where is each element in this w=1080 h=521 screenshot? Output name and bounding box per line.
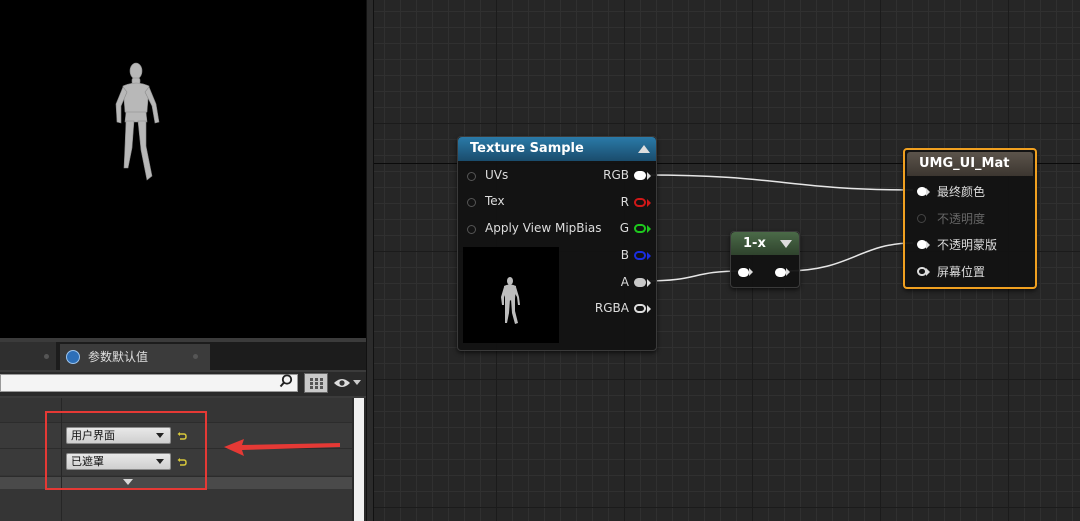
- mannequin-thumbnail: [501, 277, 520, 324]
- view-options-button[interactable]: [304, 373, 328, 393]
- pin-label-screen-position: 屏幕位置: [937, 265, 986, 279]
- panel-splitter[interactable]: [366, 0, 374, 521]
- info-icon: [66, 350, 80, 364]
- pin-label-r: R: [620, 195, 629, 209]
- pin-output[interactable]: [775, 268, 786, 277]
- pin-arrow-icon: [749, 268, 753, 276]
- one-minus-node[interactable]: 1-x: [730, 231, 800, 288]
- search-input[interactable]: [0, 374, 298, 392]
- pin-opacity[interactable]: [917, 214, 926, 223]
- pin-r[interactable]: [634, 198, 646, 207]
- pin-arrow-icon: [647, 305, 651, 313]
- tab-bar: 参数默认值: [0, 342, 366, 370]
- pin-arrow-icon: [926, 268, 930, 276]
- annotation-highlight-box: [45, 411, 207, 490]
- pin-arrow-icon: [926, 188, 930, 196]
- pin-label-g: G: [619, 221, 629, 235]
- texture-preview-thumbnail: [463, 247, 559, 343]
- pin-g[interactable]: [634, 224, 646, 233]
- pin-arrow-icon: [926, 241, 930, 249]
- scrollbar-thumb[interactable]: [354, 398, 364, 521]
- tab-close-icon[interactable]: [44, 354, 49, 359]
- tab-parameter-defaults[interactable]: 参数默认值: [60, 344, 210, 370]
- pin-rgb[interactable]: [634, 171, 646, 180]
- annotation-arrow: [224, 439, 340, 456]
- tab-label: 参数默认值: [88, 350, 149, 364]
- pin-arrow-icon: [647, 172, 651, 180]
- chevron-down-icon[interactable]: [353, 380, 361, 385]
- pin-label-b: B: [620, 248, 629, 262]
- pin-b[interactable]: [634, 251, 646, 260]
- mannequin-figure: [115, 62, 160, 181]
- pin-label-mipbias: Apply View MipBias: [485, 221, 602, 235]
- pin-arrow-icon: [786, 268, 790, 276]
- eye-icon[interactable]: [333, 377, 351, 389]
- pin-mipbias[interactable]: [467, 225, 476, 234]
- search-icon[interactable]: [279, 374, 293, 388]
- pin-input[interactable]: [738, 268, 749, 277]
- tab-close-icon[interactable]: [193, 354, 198, 359]
- pin-label-final-color: 最终颜色: [937, 185, 986, 199]
- collapse-icon[interactable]: [780, 240, 792, 248]
- pin-label-rgba: RGBA: [594, 301, 629, 315]
- pin-tex[interactable]: [467, 198, 476, 207]
- pin-label-uvs: UVs: [485, 168, 509, 182]
- pin-arrow-icon: [647, 252, 651, 260]
- pin-arrow-icon: [647, 279, 651, 287]
- material-output-node[interactable]: UMG_UI_Mat 最终颜色 不透明度 不透明蒙版 屏幕位置: [903, 148, 1037, 289]
- search-row: [0, 372, 366, 396]
- pin-arrow-icon: [647, 225, 651, 233]
- pin-label-opacity: 不透明度: [937, 212, 986, 226]
- pin-label-opacity-mask: 不透明蒙版: [937, 238, 998, 252]
- collapse-icon[interactable]: [638, 145, 650, 153]
- preview-viewport[interactable]: [0, 0, 366, 338]
- pin-label-tex: Tex: [485, 194, 505, 208]
- pin-label-a: A: [620, 275, 629, 289]
- pin-rgba[interactable]: [634, 304, 646, 313]
- texture-sample-node[interactable]: Texture Sample UVs Tex Apply View MipBia…: [457, 136, 657, 351]
- pin-arrow-icon: [647, 199, 651, 207]
- node-title: UMG_UI_Mat: [907, 152, 1033, 176]
- pin-uvs[interactable]: [467, 172, 476, 181]
- pin-label-rgb: RGB: [603, 168, 629, 182]
- node-title: Texture Sample: [458, 137, 656, 161]
- pin-a[interactable]: [634, 278, 646, 287]
